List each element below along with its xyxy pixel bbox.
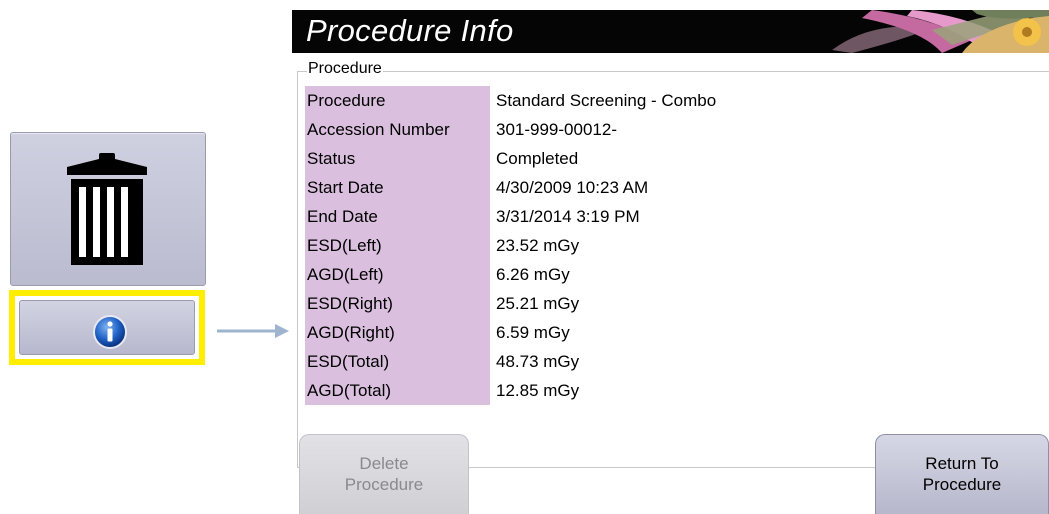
title-bar: Procedure Info: [292, 10, 1049, 53]
arrow-icon: [217, 324, 289, 338]
row-value: Standard Screening - Combo: [496, 91, 717, 110]
row-value: 4/30/2009 10:23 AM: [496, 178, 649, 197]
row-label: ESD(Total): [305, 347, 490, 376]
return-to-procedure-button[interactable]: Return To Procedure: [875, 434, 1049, 514]
return-button-label-line2: Procedure: [922, 475, 1002, 494]
row-label: End Date: [305, 202, 490, 231]
delete-button-label-line1: Delete: [359, 454, 409, 473]
row-label: Status: [305, 144, 490, 173]
row-label: Procedure: [305, 86, 490, 115]
row-value: 3/31/2014 3:19 PM: [496, 207, 640, 226]
delete-procedure-button[interactable]: Delete Procedure: [299, 434, 469, 514]
row-value: 301-999-00012-: [496, 120, 617, 139]
row-value: Completed: [496, 149, 579, 168]
row-value: 25.21 mGy: [496, 294, 580, 313]
row-value: 6.26 mGy: [496, 265, 570, 284]
delete-button-label-line2: Procedure: [344, 475, 424, 494]
flower-banner-image: [832, 10, 1049, 53]
dialog-title: Procedure Info: [306, 13, 514, 48]
info-icon: [93, 315, 127, 349]
delete-button[interactable]: [10, 132, 206, 286]
row-label: Accession Number: [305, 115, 490, 144]
row-label: ESD(Left): [305, 231, 490, 260]
row-label: ESD(Right): [305, 289, 490, 318]
info-button[interactable]: [19, 300, 195, 355]
return-button-label-line1: Return To: [925, 454, 999, 473]
row-value: 48.73 mGy: [496, 352, 580, 371]
row-label: AGD(Total): [305, 376, 490, 405]
row-value: 6.59 mGy: [496, 323, 570, 342]
procedure-panel: Procedure Procedure Standard Screening - …: [292, 58, 1049, 468]
row-label: Start Date: [305, 173, 490, 202]
row-value: 23.52 mGy: [496, 236, 580, 255]
row-value: 12.85 mGy: [496, 381, 580, 400]
row-label: AGD(Left): [305, 260, 490, 289]
procedure-group-label: Procedure: [307, 60, 383, 78]
row-label: AGD(Right): [305, 318, 490, 347]
trash-can-icon: [67, 153, 147, 265]
procedure-info-dialog: Procedure Info Procedure Procedure Standa…: [292, 10, 1049, 514]
info-button-highlight: [9, 290, 205, 365]
